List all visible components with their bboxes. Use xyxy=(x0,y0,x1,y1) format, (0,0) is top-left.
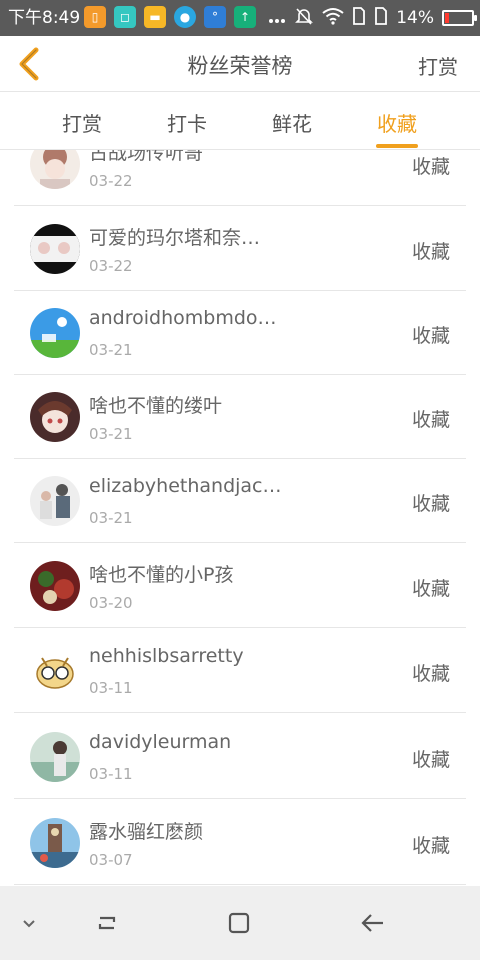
sim-2-icon xyxy=(374,6,388,30)
active-tab-indicator xyxy=(376,144,418,148)
tab-checkin[interactable]: 打卡 xyxy=(167,108,207,137)
list-item-name: davidyleurman xyxy=(89,731,232,753)
list-item-date: 03-21 xyxy=(89,509,133,527)
list-item[interactable]: elizabyhethandjac… 03-21 收藏 xyxy=(14,459,466,543)
status-time: 下午8:49 xyxy=(8,8,81,28)
list-item[interactable]: 啥也不懂的小P孩 03-20 收藏 xyxy=(14,544,466,628)
list-item-name: 可爱的玛尔塔和奈… xyxy=(89,227,261,249)
list-item-name: 古战场传听哥 xyxy=(89,150,204,164)
list-item-action: 收藏 xyxy=(411,409,450,431)
tab-bar: 打赏 打卡 鲜花 收藏 xyxy=(0,92,480,150)
files-app-icon: ▬ xyxy=(144,6,166,28)
battery-fill xyxy=(445,13,449,23)
list-item-date: 03-21 xyxy=(89,425,133,443)
avatar xyxy=(30,476,80,526)
list-item-name: nehhislbsarretty xyxy=(89,645,244,667)
avatar xyxy=(30,561,80,611)
list-item-date: 03-20 xyxy=(89,594,133,612)
orange-app-icon: ▯ xyxy=(84,6,106,28)
list-item-action: 收藏 xyxy=(411,835,450,857)
tab-flowers[interactable]: 鲜花 xyxy=(272,108,312,137)
palette-app-icon: ● xyxy=(174,6,196,28)
list-item[interactable]: androidhombmdo… 03-21 收藏 xyxy=(14,291,466,375)
list-item-date: 03-07 xyxy=(89,851,133,869)
status-bar: 下午8:49 ▯ ◻ ▬ ● ° ↑ 14% xyxy=(0,0,480,36)
list-item-date: 03-11 xyxy=(89,679,133,697)
list-item-name: androidhombmdo… xyxy=(89,307,277,329)
list-item-action: 收藏 xyxy=(411,749,450,771)
list-item-name: elizabyhethandjac… xyxy=(89,475,282,497)
upload-app-icon: ↑ xyxy=(234,6,256,28)
back-arrow-icon[interactable] xyxy=(356,906,390,940)
avatar xyxy=(30,818,80,868)
avatar xyxy=(30,224,80,274)
fan-list: 古战场传听哥 03-22 收藏 可爱的玛尔塔和奈… 03-22 收藏 andro… xyxy=(14,150,466,886)
list-item-action: 收藏 xyxy=(411,156,450,178)
list-item-date: 03-11 xyxy=(89,765,133,783)
list-item-date: 03-22 xyxy=(89,257,133,275)
list-item-action: 收藏 xyxy=(411,578,450,600)
list-item[interactable]: nehhislbsarretty 03-11 收藏 xyxy=(14,629,466,713)
list-item-date: 03-22 xyxy=(89,172,133,190)
tab-favorites[interactable]: 收藏 xyxy=(377,108,417,137)
list-item[interactable]: 可爱的玛尔塔和奈… 03-22 收藏 xyxy=(14,207,466,291)
list-item[interactable]: 露水骝红麽颜 03-07 收藏 xyxy=(14,801,466,885)
wifi-icon xyxy=(322,7,344,29)
page-title: 粉丝荣誉榜 xyxy=(187,54,293,78)
list-item[interactable]: 啥也不懂的缕叶 03-21 收藏 xyxy=(14,375,466,459)
list-item[interactable]: davidyleurman 03-11 收藏 xyxy=(14,715,466,799)
mute-bell-icon xyxy=(294,6,314,30)
avatar xyxy=(30,646,80,696)
list-item-name: 露水骝红麽颜 xyxy=(89,821,204,843)
tab-reward[interactable]: 打赏 xyxy=(62,108,102,137)
system-nav-bar xyxy=(0,886,480,960)
scan-app-icon: ◻ xyxy=(114,6,136,28)
more-dots-icon xyxy=(268,9,286,28)
avatar xyxy=(30,308,80,358)
collapse-icon[interactable] xyxy=(12,906,46,940)
status-app-icons: ▯ ◻ ▬ ● ° ↑ xyxy=(84,6,256,28)
list-item-date: 03-21 xyxy=(89,341,133,359)
list-item-action: 收藏 xyxy=(411,663,450,685)
avatar xyxy=(30,732,80,782)
list-item-action: 收藏 xyxy=(411,325,450,347)
recent-apps-icon[interactable] xyxy=(90,906,124,940)
home-icon[interactable] xyxy=(222,906,256,940)
battery-icon xyxy=(442,10,477,26)
list-item[interactable]: 古战场传听哥 03-22 收藏 xyxy=(14,150,466,206)
list-item-action: 收藏 xyxy=(411,241,450,263)
app-header: 粉丝荣誉榜 打赏 xyxy=(0,36,480,92)
weather-app-icon: ° xyxy=(204,6,226,28)
sim-1-icon xyxy=(352,6,366,30)
list-item-action: 收藏 xyxy=(411,493,450,515)
avatar xyxy=(30,392,80,442)
list-item-name: 啥也不懂的缕叶 xyxy=(89,395,223,417)
status-indicators: 14% xyxy=(268,6,477,30)
battery-percent: 14% xyxy=(396,8,434,28)
reward-button[interactable]: 打赏 xyxy=(418,51,458,80)
avatar xyxy=(30,150,80,189)
list-item-name: 啥也不懂的小P孩 xyxy=(89,564,234,586)
